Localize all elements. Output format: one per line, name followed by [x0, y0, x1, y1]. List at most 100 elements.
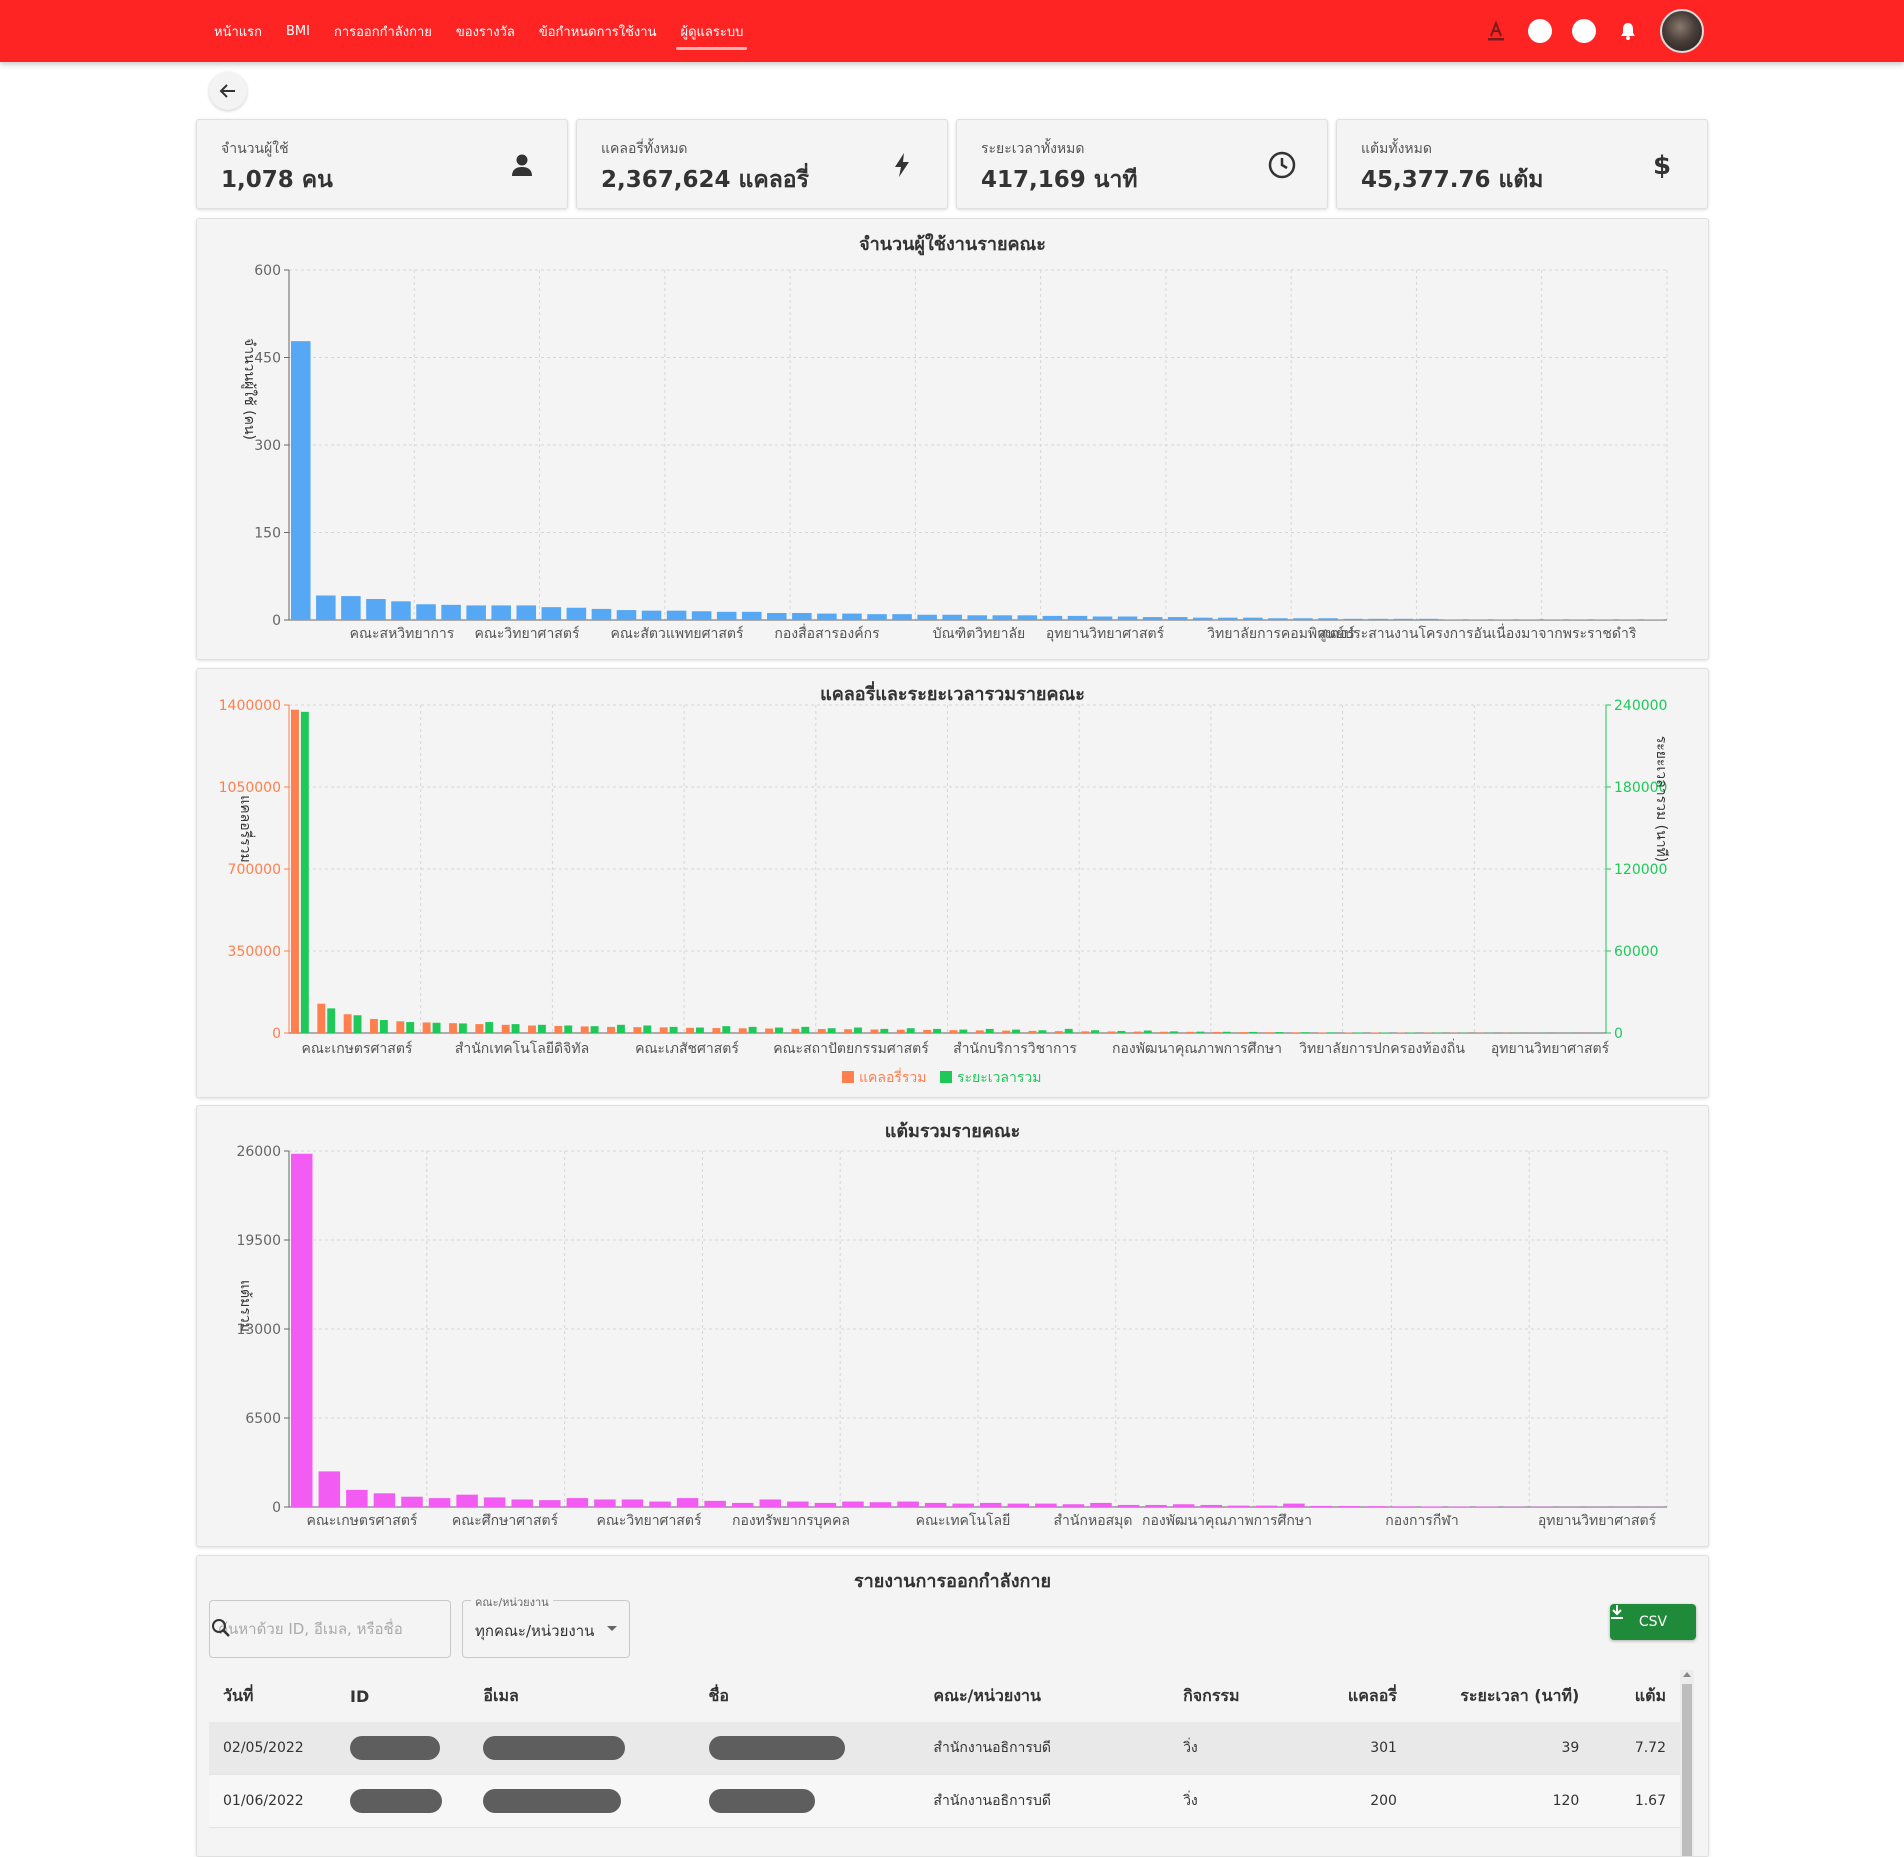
- font-size-icon[interactable]: [1484, 19, 1508, 43]
- bar-calories: [1108, 1031, 1116, 1033]
- bell-icon[interactable]: [1616, 19, 1640, 43]
- cell-activity: วิ่ง: [1169, 1722, 1295, 1775]
- bar: [980, 1503, 1001, 1507]
- bar: [1218, 618, 1238, 620]
- y-tick-label: 240000: [1614, 698, 1667, 714]
- stat-label: แต้มทั้งหมด: [1361, 138, 1432, 160]
- table-row[interactable]: 01/06/2022 สำนักงานอธิการบดี วิ่ง 200 12…: [209, 1775, 1680, 1828]
- bar-calories: [791, 1029, 799, 1033]
- stat-value: 2,367,624 แคลอรี่: [601, 162, 809, 198]
- bar: [704, 1501, 725, 1507]
- users-bar-chart: 0150300450600คณะสหวิทยาการคณะวิทยาศาสตร์…: [197, 219, 1708, 659]
- nav-terms[interactable]: ข้อกำหนดการใช้งาน: [527, 0, 669, 62]
- bar-duration: [1223, 1032, 1231, 1033]
- bar-duration: [907, 1028, 915, 1033]
- cell-faculty: สำนักงานอธิการบดี: [919, 1775, 1169, 1828]
- nav-admin[interactable]: ผู้ดูแลระบบ: [668, 0, 755, 62]
- table-scrollbar[interactable]: [1680, 1670, 1694, 1857]
- bar: [993, 615, 1013, 620]
- redacted-name: [709, 1736, 845, 1760]
- bar: [1444, 619, 1464, 620]
- y-tick-label: 0: [272, 1026, 281, 1042]
- nav-home[interactable]: หน้าแรก: [202, 0, 274, 62]
- y-tick-label: 600: [254, 263, 281, 279]
- bar-duration: [301, 712, 309, 1033]
- report-panel: รายงานการออกกำลังกาย คณะ/หน่วยงาน ทุกคณะ…: [196, 1555, 1709, 1857]
- bar-duration: [380, 1020, 388, 1033]
- x-tick-label: อุทยานวิทยาศาสตร์: [1491, 1040, 1610, 1057]
- axis-label: ระยะเวลารวม (นาที): [1653, 736, 1669, 863]
- bar: [1594, 619, 1614, 620]
- bar-calories: [449, 1023, 457, 1033]
- bar: [952, 1504, 973, 1507]
- bar-calories: [475, 1024, 483, 1033]
- bar: [1393, 619, 1413, 620]
- bar-duration: [1038, 1030, 1046, 1033]
- bar-calories: [370, 1019, 378, 1033]
- bar-duration: [1117, 1031, 1125, 1033]
- search-input[interactable]: [216, 1601, 410, 1657]
- bar: [1228, 1506, 1249, 1507]
- bar: [1311, 1506, 1332, 1507]
- bar: [1068, 616, 1088, 620]
- x-tick-label: กองทรัพยากรบุคคล: [732, 1513, 850, 1529]
- col-duration[interactable]: ระยะเวลา (นาที): [1411, 1670, 1593, 1722]
- col-name[interactable]: ชื่อ: [695, 1670, 920, 1722]
- bar: [1243, 618, 1263, 620]
- bar-duration: [591, 1026, 599, 1033]
- col-activity[interactable]: กิจกรรม: [1169, 1670, 1295, 1722]
- col-email[interactable]: อีเมล: [469, 1670, 694, 1722]
- bar-calories: [660, 1027, 668, 1033]
- bar-calories: [1029, 1031, 1037, 1033]
- faculty-select[interactable]: คณะ/หน่วยงาน ทุกคณะ/หน่วยงาน: [462, 1600, 630, 1658]
- bar: [760, 1499, 781, 1507]
- table-row[interactable]: 02/05/2022 สำนักงานอธิการบดี วิ่ง 301 39…: [209, 1722, 1680, 1775]
- dollar-icon: $: [1647, 150, 1677, 180]
- bar: [1644, 619, 1664, 620]
- theme-toggle-icon[interactable]: [1528, 19, 1552, 43]
- bar: [870, 1502, 891, 1507]
- scroll-up-icon[interactable]: [1683, 1672, 1691, 1677]
- bar-calories: [528, 1026, 536, 1033]
- scrollbar-thumb[interactable]: [1682, 1684, 1692, 1857]
- bar: [1283, 1504, 1304, 1507]
- col-faculty[interactable]: คณะ/หน่วยงาน: [919, 1670, 1169, 1722]
- col-id[interactable]: ID: [336, 1670, 469, 1722]
- x-tick-label: กองการกีฬา: [1385, 1513, 1459, 1529]
- bar-duration: [722, 1026, 730, 1033]
- cell-faculty: สำนักงานอธิการบดี: [919, 1722, 1169, 1775]
- col-calories[interactable]: แคลอรี่: [1295, 1670, 1411, 1722]
- csv-download-button[interactable]: CSV: [1610, 1604, 1696, 1640]
- avatar[interactable]: [1660, 9, 1704, 53]
- bar: [1043, 616, 1063, 620]
- legend-label: ระยะเวลารวม: [957, 1070, 1041, 1086]
- color-toggle-icon[interactable]: [1572, 19, 1596, 43]
- bar: [1268, 618, 1288, 620]
- stat-card-users: จำนวนผู้ใช้ 1,078 คน: [196, 119, 568, 209]
- bar: [366, 599, 386, 620]
- col-date[interactable]: วันที่: [209, 1670, 336, 1722]
- back-button[interactable]: [209, 72, 247, 110]
- bar-duration: [512, 1024, 520, 1033]
- cell-id: [336, 1722, 469, 1775]
- bar-calories: [897, 1030, 905, 1033]
- bar-duration: [959, 1030, 967, 1033]
- bar: [291, 1154, 312, 1507]
- y-tick-label: 0: [272, 613, 281, 629]
- nav-rewards[interactable]: ของรางวัล: [444, 0, 527, 62]
- bar: [401, 1497, 422, 1507]
- bar-calories: [554, 1026, 562, 1033]
- bar: [1544, 619, 1564, 620]
- nav-actions: [1484, 0, 1704, 62]
- bar: [1256, 1506, 1277, 1507]
- col-points[interactable]: แต้ม: [1593, 1670, 1680, 1722]
- bar: [456, 1495, 477, 1507]
- nav-exercise[interactable]: การออกกำลังกาย: [322, 0, 444, 62]
- cell-date: 01/06/2022: [209, 1775, 336, 1828]
- redacted-id: [350, 1736, 440, 1760]
- y-tick-label: 450: [254, 351, 281, 367]
- nav-bmi[interactable]: BMI: [274, 0, 322, 62]
- bar-calories: [739, 1028, 747, 1033]
- y-tick-label: 26000: [236, 1144, 281, 1160]
- search-icon[interactable]: [210, 1617, 232, 1639]
